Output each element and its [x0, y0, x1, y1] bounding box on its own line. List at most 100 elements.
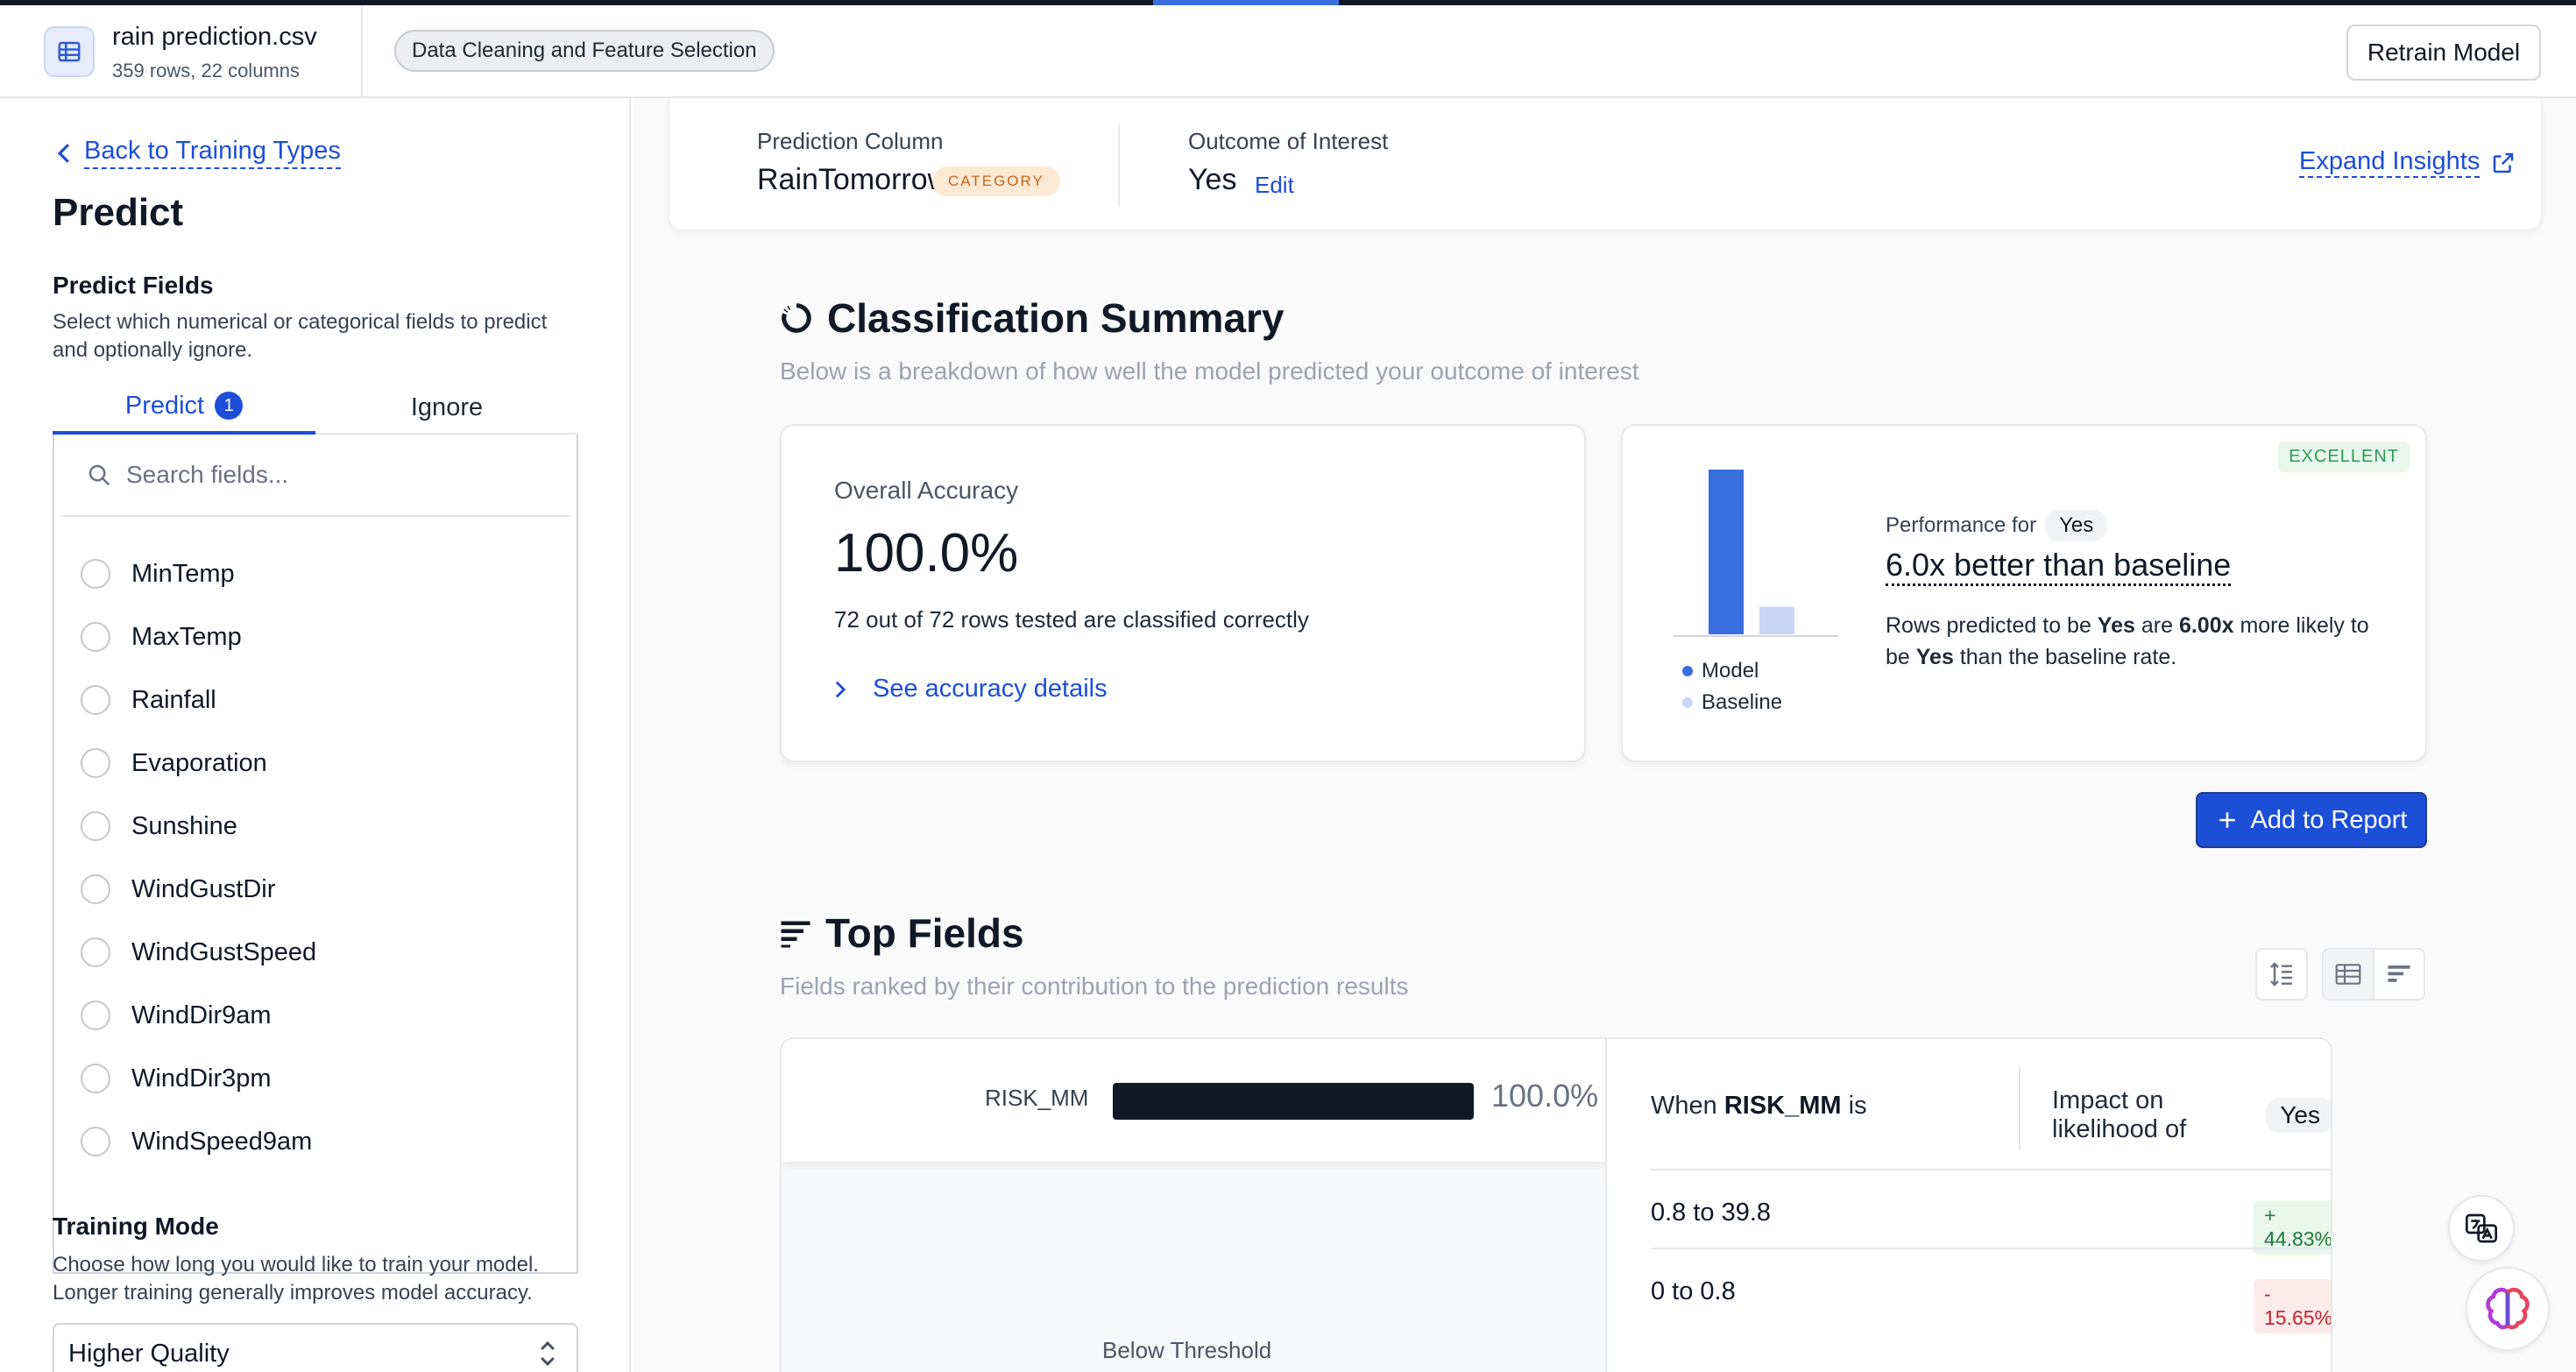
list-item[interactable]: Rainfall: [81, 678, 216, 722]
list-item[interactable]: Sunshine: [81, 804, 237, 848]
radio-button[interactable]: [81, 937, 110, 967]
perf-desc-part: Rows predicted to be: [1886, 613, 2098, 638]
rating-badge: EXCELLENT: [2278, 442, 2410, 472]
radio-button[interactable]: [81, 1001, 110, 1030]
outcome-value: Yes: [1188, 163, 1237, 196]
sort-toggle-button[interactable]: [2255, 948, 2308, 1001]
list-item[interactable]: Evaporation: [81, 741, 267, 785]
legend-model-swatch: [1682, 666, 1693, 676]
bar-view-button[interactable]: [2373, 948, 2425, 1001]
impact-label: Impact on likelihood of: [2052, 1086, 2187, 1143]
accuracy-label: Overall Accuracy: [834, 477, 1019, 504]
table-divider: [1651, 1248, 2331, 1249]
perf-desc-part: than the baseline rate.: [1953, 645, 2177, 669]
tab-predict[interactable]: Predict 1: [53, 380, 315, 435]
field-label: WindDir3pm: [131, 1064, 272, 1093]
performance-bar-chart: [1674, 470, 1838, 637]
performance-for-label: Performance for Yes: [1886, 510, 2108, 541]
list-item[interactable]: WindDir9am: [81, 994, 272, 1037]
table-icon: [44, 26, 95, 77]
impact-negative-badge: - 15.65%: [2254, 1279, 2331, 1333]
external-link-icon: [2494, 152, 2514, 173]
radio-button[interactable]: [81, 559, 110, 589]
field-label: WindDir9am: [131, 1001, 272, 1029]
expand-insights-label: Expand Insights: [2299, 147, 2480, 178]
classification-summary-subtitle: Below is a breakdown of how well the mod…: [780, 357, 1639, 385]
translate-button[interactable]: [2448, 1195, 2515, 1262]
bars-icon: [781, 921, 810, 948]
retrain-model-button[interactable]: Retrain Model: [2346, 25, 2541, 81]
list-item[interactable]: MaxTemp: [81, 615, 242, 659]
when-suffix: is: [1841, 1092, 1867, 1120]
performance-headline[interactable]: 6.0x better than baseline: [1886, 547, 2232, 586]
top-fields-title: Top Fields: [780, 909, 1024, 957]
legend-baseline-label: Baseline: [1702, 690, 1783, 714]
field-detail-panel: Below Threshold: [782, 1162, 1605, 1372]
radio-button[interactable]: [81, 748, 110, 778]
tab-ignore[interactable]: Ignore: [315, 380, 578, 435]
tab-predict-label: Predict: [124, 391, 205, 420]
radio-button[interactable]: [81, 1127, 110, 1156]
field-label: WindSpeed9am: [131, 1127, 313, 1156]
add-to-report-button[interactable]: Add to Report: [2196, 792, 2427, 848]
training-mode-description: Choose how long you would like to train …: [53, 1253, 539, 1305]
accuracy-value: 100.0%: [834, 523, 1019, 583]
field-label: Evaporation: [131, 748, 267, 777]
assistant-button[interactable]: [2466, 1267, 2550, 1351]
tab-ignore-label: Ignore: [410, 393, 484, 421]
accuracy-card: Overall Accuracy 100.0% 72 out of 72 row…: [780, 424, 1586, 762]
impact-positive-badge: + 44.83%: [2254, 1200, 2331, 1255]
list-item[interactable]: WindDir3pm: [81, 1057, 272, 1100]
table-view-button[interactable]: [2322, 948, 2374, 1001]
edit-outcome-link[interactable]: Edit: [1255, 172, 1294, 199]
radio-button[interactable]: [81, 874, 110, 904]
impact-outcome-chip: Yes: [2266, 1098, 2331, 1133]
when-field-header: When RISK_MM is: [1651, 1092, 1867, 1121]
radio-button[interactable]: [81, 811, 110, 841]
file-meta: 359 rows, 22 columns: [112, 60, 300, 81]
top-fields-subtitle: Fields ranked by their contribution to t…: [780, 972, 1409, 1000]
back-link-label: Back to Training Types: [84, 137, 341, 169]
list-item[interactable]: MinTemp: [81, 552, 235, 596]
training-mode-select[interactable]: Higher Quality: [53, 1323, 578, 1372]
chevron-right-icon: [835, 681, 846, 697]
table-row[interactable]: RISK_MM 100.0%: [782, 1039, 1605, 1162]
expand-insights-link[interactable]: Expand Insights: [2299, 147, 2516, 178]
file-name: rain prediction.csv: [112, 23, 317, 51]
see-accuracy-details-link[interactable]: See accuracy details: [834, 675, 1108, 704]
performance-description: Rows predicted to be Yes are 6.00x more …: [1886, 610, 2376, 673]
search-icon: [88, 464, 110, 486]
back-to-training-types-link[interactable]: Back to Training Types: [56, 137, 341, 169]
app-header: rain prediction.csv 359 rows, 22 columns…: [0, 5, 2576, 98]
bar-view-icon: [2388, 965, 2410, 982]
range-value: 0.8 to 39.8: [1651, 1199, 1772, 1227]
impact-table: When RISK_MM is Impact on likelihood of …: [1605, 1039, 2331, 1372]
predict-fields-title: Predict Fields: [53, 272, 214, 299]
legend-model-label: Model: [1702, 659, 1759, 682]
legend-baseline: Baseline: [1682, 690, 1782, 715]
performance-for-text: Performance for: [1886, 513, 2037, 537]
donut-icon: [782, 303, 811, 333]
column-type-badge: CATEGORY: [932, 166, 1060, 196]
search-input[interactable]: [126, 461, 547, 489]
radio-button[interactable]: [81, 685, 110, 715]
accuracy-link-label: See accuracy details: [873, 675, 1108, 703]
tab-predict-count-badge: 1: [215, 392, 244, 420]
header-divider: [2019, 1065, 2020, 1149]
page-title: Predict: [53, 191, 184, 234]
baseline-bar: [1759, 606, 1794, 634]
main-content: Prediction Column RainTomorrow CATEGORY …: [633, 98, 2576, 1372]
list-item[interactable]: WindGustSpeed: [81, 930, 316, 974]
field-name-label: RISK_MM: [985, 1085, 1089, 1111]
add-to-report-label: Add to Report: [2250, 805, 2408, 834]
training-mode-value: Higher Quality: [68, 1339, 230, 1368]
plus-icon: [2219, 812, 2235, 828]
list-item[interactable]: WindGustDir: [81, 867, 275, 911]
radio-button[interactable]: [81, 622, 110, 652]
step-chip[interactable]: Data Cleaning and Feature Selection: [394, 30, 775, 72]
perf-desc-yes: Yes: [1915, 645, 1954, 669]
field-label: WindGustSpeed: [131, 937, 317, 966]
list-item[interactable]: WindSpeed9am: [81, 1120, 312, 1163]
when-prefix: When: [1651, 1092, 1724, 1120]
radio-button[interactable]: [81, 1064, 110, 1093]
